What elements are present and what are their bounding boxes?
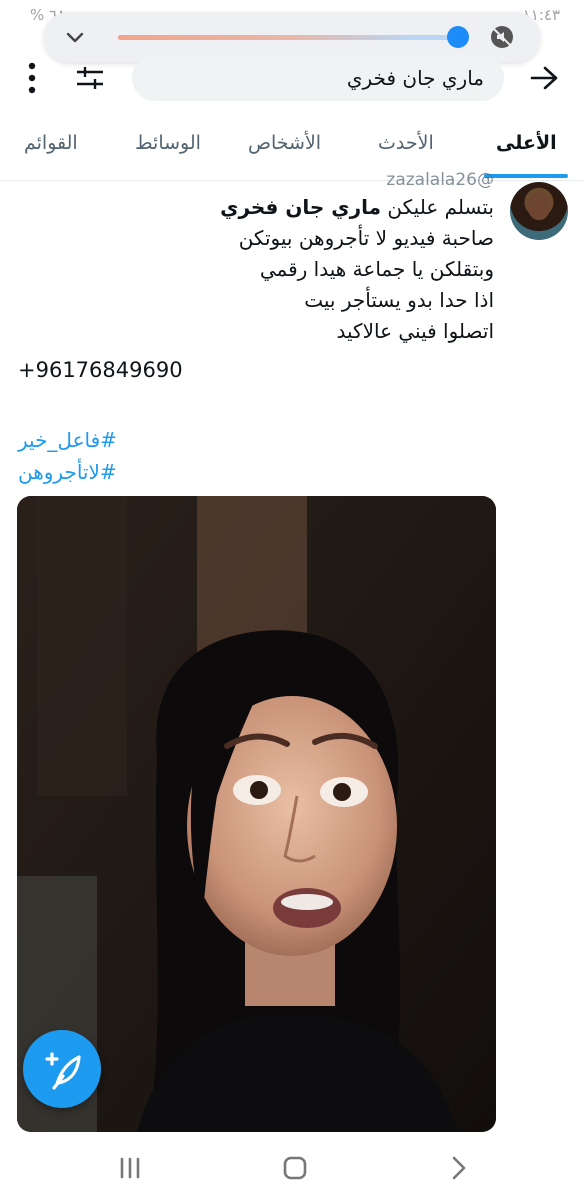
chevron-down-icon[interactable] [64,26,86,48]
back-icon[interactable] [446,1154,472,1182]
tweet-line-1: بتسلم عليكن ماري جان فخري [14,192,494,223]
tweet-line-4: اذا حدا بدو يستأجر بيت [304,288,494,312]
tweet-line-3: وبتقلكن يا جماعة هيدا رقمي [259,257,494,281]
tweet-line-1-prefix: بتسلم عليكن [381,195,494,219]
compose-tweet-icon [45,1052,81,1090]
compose-tweet-button[interactable] [23,1030,101,1108]
hashtag-link[interactable]: #فاعل_خير [18,424,318,456]
tweet-line-2: صاحبة فيديو لا تأجروهن بيوتكن [238,226,494,250]
mute-icon[interactable] [490,25,514,49]
search-tabs: الأعلى الأحدث الأشخاص الوسائط القوائم [0,128,584,181]
tweet-text: بتسلم عليكن ماري جان فخري صاحبة فيديو لا… [14,192,494,347]
tab-top[interactable]: الأعلى [496,132,557,154]
volume-slider-track[interactable] [118,35,458,40]
recent-apps-icon[interactable] [116,1154,144,1182]
sliders-icon[interactable] [74,62,106,94]
avatar-face [528,192,550,220]
tweet[interactable]: @zazalala26 بتسلم عليكن ماري جان فخري صا… [0,170,584,1142]
tweet-hashtags: #فاعل_خير #لاتأجروهن [18,424,318,488]
tab-lists[interactable]: القوائم [24,132,78,154]
tab-people[interactable]: الأشخاص [248,132,321,154]
volume-slider-knob[interactable] [447,26,469,48]
arrow-back-icon[interactable] [528,64,560,92]
hashtag-link[interactable]: #لاتأجروهن [18,456,318,488]
tweet-handle[interactable]: @zazalala26 [386,170,494,190]
tweet-phone-number[interactable]: +96176849690 [18,358,183,382]
system-nav-bar [0,1142,584,1200]
tweet-line-5: اتصلوا فيني عالاكيد [336,319,494,343]
tab-latest[interactable]: الأحدث [378,132,434,154]
active-tab-indicator [484,174,568,178]
home-icon[interactable] [281,1154,309,1182]
kebab-menu-icon[interactable] [24,60,40,96]
search-match-highlight: ماري جان فخري [220,195,382,219]
search-query: ماري جان فخري [346,66,484,90]
search-input[interactable]: ماري جان فخري [132,55,504,101]
tab-media[interactable]: الوسائط [135,132,201,154]
search-header: ماري جان فخري [0,52,584,112]
volume-slider-fill [118,35,411,40]
avatar[interactable] [510,182,568,240]
